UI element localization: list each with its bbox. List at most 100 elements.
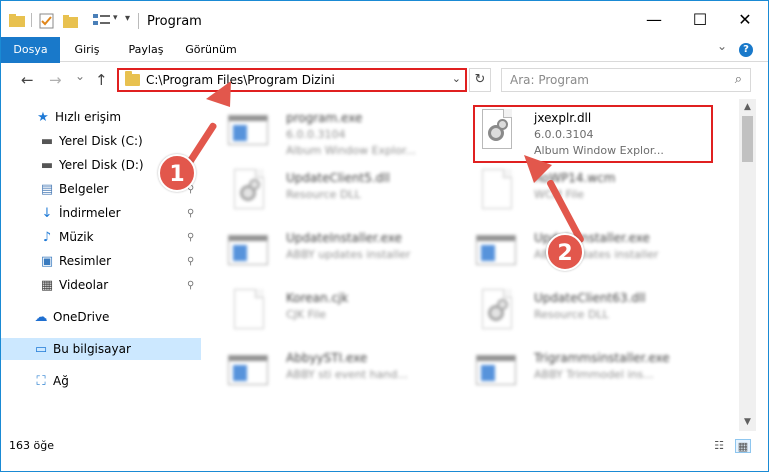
tab-share[interactable]: Paylaş: [119, 37, 173, 62]
navigation-bar: ← → ⌄ ↑ C:\Program Files\Program Dizini …: [1, 63, 768, 99]
details-view-icon[interactable]: ☷: [711, 439, 727, 453]
sidebar-item-label: Ağ: [53, 374, 69, 388]
maximize-button[interactable]: ☐: [677, 1, 723, 37]
music-icon: ♪: [42, 229, 52, 245]
search-input[interactable]: Ara: Program ⌕: [501, 68, 751, 92]
status-bar: 163 öğe ☷ ▦: [1, 433, 768, 471]
address-bar[interactable]: C:\Program Files\Program Dizini ⌄: [117, 68, 467, 92]
sidebar-item-label: Hızlı erişim: [55, 110, 122, 124]
app-icon: [476, 349, 516, 395]
file-meta: ABBY updates installer: [286, 248, 411, 261]
item-count: 163 öğe: [9, 439, 54, 452]
file-item[interactable]: UpdateInstaller.exe ABBY updates installe…: [206, 223, 446, 283]
app-icon: [228, 229, 268, 275]
address-dropdown-icon[interactable]: ⌄: [452, 72, 461, 85]
file-meta: CJK File: [286, 308, 327, 321]
dll-icon: [476, 289, 516, 335]
drive-icon: ▬: [40, 157, 54, 173]
scroll-down-icon[interactable]: ▼: [739, 414, 756, 431]
pin-icon[interactable]: ⚲: [187, 208, 194, 219]
title-bar: ▾ ▾ Program — ☐ ✕: [1, 1, 768, 37]
scroll-thumb[interactable]: [742, 116, 753, 162]
qat-customize-icon[interactable]: ▾: [125, 13, 130, 24]
folder-icon[interactable]: [9, 13, 25, 27]
sidebar-item[interactable]: ⛶ Ağ: [1, 370, 201, 392]
help-icon[interactable]: ?: [739, 43, 753, 57]
pictures-icon: ▣: [40, 253, 54, 269]
ribbon-tabs: Dosya Giriş Paylaş Görünüm ⌄: [1, 37, 768, 97]
sidebar-item-label: Videolar: [59, 278, 109, 292]
sidebar-item[interactable]: ▦ Videolar ⚲: [1, 274, 201, 296]
scroll-up-icon[interactable]: ▲: [739, 99, 756, 116]
sidebar-item[interactable]: ↓ İndirmeler ⚲: [1, 202, 201, 224]
file-description: Album Window Explor...: [286, 144, 416, 157]
download-icon: ↓: [41, 205, 53, 221]
pin-icon[interactable]: ⚲: [187, 256, 194, 267]
large-icons-view-icon[interactable]: ▦: [735, 439, 751, 453]
app-icon: [228, 109, 268, 155]
sidebar-item[interactable]: ♪ Müzik ⚲: [1, 226, 201, 248]
view-options-icon[interactable]: [93, 13, 111, 27]
explorer-window: ▾ ▾ Program — ☐ ✕ Dosya Giriş Paylaş Gör…: [0, 0, 769, 472]
doc-icon: [228, 289, 268, 335]
file-meta: ABBY Trimmodel ins...: [534, 368, 654, 381]
doc-icon: [476, 169, 516, 215]
file-name: program.exe: [286, 111, 363, 125]
sidebar-item[interactable]: ☁ OneDrive: [1, 306, 201, 328]
network-icon: ⛶: [36, 373, 46, 389]
refresh-button[interactable]: ↻: [469, 68, 491, 92]
address-path[interactable]: C:\Program Files\Program Dizini: [146, 73, 335, 87]
title-separator: [138, 13, 139, 29]
file-item[interactable]: RoWP14.wcm WCM File: [454, 163, 694, 223]
pin-icon[interactable]: ⚲: [187, 280, 194, 291]
file-name: AbbyySTI.exe: [286, 351, 368, 365]
new-folder-icon[interactable]: [63, 13, 79, 29]
file-item[interactable]: UpdateClient63.dll Resource DLL: [454, 283, 694, 343]
annotation-badge-2: 2: [546, 233, 584, 271]
sidebar-item[interactable]: ▬ Yerel Disk (C:): [1, 130, 201, 152]
app-icon: [228, 349, 268, 395]
sidebar-item-label: Resimler: [59, 254, 112, 268]
file-item[interactable]: UpdateClient5.dll Resource DLL: [206, 163, 446, 223]
pin-icon[interactable]: ⚲: [187, 232, 194, 243]
file-item[interactable]: program.exe 6.0.0.3104 Album Window Explor…: [206, 103, 446, 163]
qat-separator: [31, 13, 32, 27]
drive-icon: ▬: [40, 133, 54, 149]
sidebar-item-label: Müzik: [59, 230, 94, 244]
sidebar-item-label: OneDrive: [53, 310, 110, 324]
cloud-icon: ☁: [34, 309, 48, 325]
sidebar-item-label: Yerel Disk (D:): [59, 158, 144, 172]
file-item[interactable]: Trigrammsinstaller.exe ABBY Trimmodel ins…: [454, 343, 694, 403]
search-placeholder: Ara: Program: [510, 73, 589, 87]
minimize-button[interactable]: —: [631, 1, 677, 37]
up-button[interactable]: ↑: [95, 71, 108, 89]
sidebar-item-label: Belgeler: [59, 182, 109, 196]
file-name: UpdateClient5.dll: [286, 171, 390, 185]
vertical-scrollbar[interactable]: ▲ ▼: [739, 99, 756, 431]
forward-button[interactable]: →: [49, 71, 62, 89]
file-meta: Resource DLL: [534, 308, 609, 321]
file-item[interactable]: AbbyySTI.exe ABBY sti event hand...: [206, 343, 446, 403]
ribbon-expand-icon[interactable]: ⌄: [717, 39, 727, 53]
file-name: UpdateInstaller.exe: [286, 231, 402, 245]
properties-icon[interactable]: [39, 13, 55, 29]
tab-view[interactable]: Görünüm: [179, 37, 243, 62]
search-icon[interactable]: ⌕: [735, 72, 742, 87]
recent-locations-icon[interactable]: ⌄: [75, 69, 85, 83]
app-icon: [476, 229, 516, 275]
sidebar-item-label: Yerel Disk (C:): [59, 134, 143, 148]
sidebar-item[interactable]: ▭ Bu bilgisayar: [1, 338, 201, 360]
file-list: program.exe 6.0.0.3104 Album Window Explor…: [206, 101, 738, 431]
star-icon: ★: [37, 109, 49, 125]
highlight-box: [473, 105, 713, 163]
back-button[interactable]: ←: [21, 71, 34, 89]
qat-dropdown-icon[interactable]: ▾: [113, 13, 118, 23]
file-item[interactable]: Korean.cjk CJK File: [206, 283, 446, 343]
sidebar-item[interactable]: ▣ Resimler ⚲: [1, 250, 201, 272]
close-button[interactable]: ✕: [722, 1, 768, 37]
sidebar-item[interactable]: ★ Hızlı erişim: [1, 106, 201, 128]
sidebar-item-label: Bu bilgisayar: [53, 342, 131, 356]
file-meta: Resource DLL: [286, 188, 361, 201]
tab-home[interactable]: Giriş: [63, 37, 111, 62]
annotation-arrowhead-1: [206, 81, 231, 107]
